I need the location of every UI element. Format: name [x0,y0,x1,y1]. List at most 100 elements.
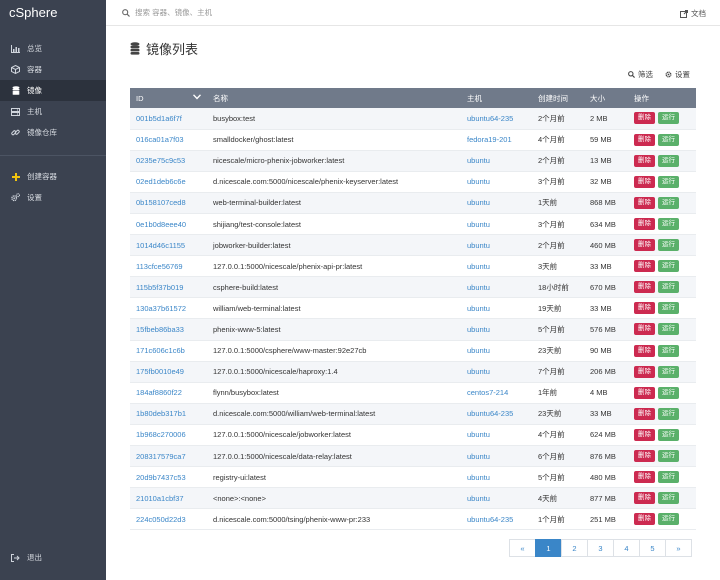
image-id-link[interactable]: 115b5f37b019 [136,283,183,292]
filter-button[interactable]: 筛选 [628,69,653,80]
docs-link[interactable]: 文档 [680,8,706,19]
host-link[interactable]: ubuntu [467,430,490,439]
image-id-link[interactable]: 184af8860f22 [136,388,182,397]
host-link[interactable]: fedora19-201 [467,135,512,144]
column-header-size[interactable]: 大小 [584,88,628,108]
sidebar-item-registry[interactable]: 镜像仓库 [0,122,106,143]
settings-button[interactable]: 设置 [665,69,690,80]
delete-button[interactable]: 删除 [634,386,655,399]
delete-button[interactable]: 删除 [634,407,655,420]
delete-button[interactable]: 删除 [634,133,655,146]
search-input[interactable]: 搜索 容器、镜像、主机 [135,7,212,18]
host-link[interactable]: ubuntu [467,367,490,376]
page-button[interactable]: 3 [587,539,614,557]
delete-button[interactable]: 删除 [634,175,655,188]
host-link[interactable]: ubuntu [467,325,490,334]
delete-button[interactable]: 删除 [634,365,655,378]
sidebar-item-containers[interactable]: 容器 [0,59,106,80]
host-link[interactable]: ubuntu64-235 [467,515,513,524]
delete-button[interactable]: 删除 [634,260,655,273]
host-link[interactable]: ubuntu [467,198,490,207]
image-id-link[interactable]: 1b968c270006 [136,430,186,439]
image-id-link[interactable]: 1014d46c1155 [136,241,185,250]
image-id-link[interactable]: 130a37b61572 [136,304,186,313]
delete-button[interactable]: 删除 [634,471,655,484]
image-id-link[interactable]: 208317579ca7 [136,452,186,461]
host-link[interactable]: ubuntu [467,177,490,186]
page-button[interactable]: 2 [561,539,588,557]
run-button[interactable]: 运行 [658,175,679,188]
sidebar-item-images[interactable]: 镜像 [0,80,106,101]
run-button[interactable]: 运行 [658,365,679,378]
chevron-down-icon[interactable] [193,94,201,100]
image-id-link[interactable]: 0e1b0d8eee40 [136,220,186,229]
image-id-link[interactable]: 0235e75c9c53 [136,156,185,165]
delete-button[interactable]: 删除 [634,450,655,463]
delete-button[interactable]: 删除 [634,492,655,505]
page-button[interactable]: 4 [613,539,640,557]
page-prev-button[interactable]: « [509,539,536,557]
delete-button[interactable]: 删除 [634,112,655,125]
host-link[interactable]: ubuntu [467,241,490,250]
run-button[interactable]: 运行 [658,196,679,209]
run-button[interactable]: 运行 [658,218,679,231]
page-button[interactable]: 1 [535,539,562,557]
run-button[interactable]: 运行 [658,154,679,167]
column-header-id[interactable]: ID [130,88,207,108]
host-link[interactable]: ubuntu [467,304,490,313]
image-id-link[interactable]: 113cfce56769 [136,262,183,271]
run-button[interactable]: 运行 [658,471,679,484]
column-header-created[interactable]: 创建时间 [532,88,584,108]
image-id-link[interactable]: 016ca01a7f03 [136,135,184,144]
run-button[interactable]: 运行 [658,302,679,315]
delete-button[interactable]: 删除 [634,218,655,231]
column-header-host[interactable]: 主机 [461,88,532,108]
delete-button[interactable]: 删除 [634,344,655,357]
brand-logo[interactable]: cSphere [0,0,106,28]
host-link[interactable]: ubuntu [467,156,490,165]
column-header-name[interactable]: 名称 [207,88,461,108]
run-button[interactable]: 运行 [658,133,679,146]
search-bar[interactable]: 搜索 容器、镜像、主机 [122,7,212,18]
run-button[interactable]: 运行 [658,513,679,526]
host-link[interactable]: ubuntu64-235 [467,114,513,123]
delete-button[interactable]: 删除 [634,239,655,252]
run-button[interactable]: 运行 [658,407,679,420]
run-button[interactable]: 运行 [658,344,679,357]
image-id-link[interactable]: 02ed1deb6c6e [136,177,186,186]
delete-button[interactable]: 删除 [634,513,655,526]
delete-button[interactable]: 删除 [634,196,655,209]
run-button[interactable]: 运行 [658,492,679,505]
host-link[interactable]: ubuntu [467,283,490,292]
host-link[interactable]: centos7-214 [467,388,508,397]
host-link[interactable]: ubuntu [467,494,490,503]
image-id-link[interactable]: 001b5d1a6f7f [136,114,182,123]
run-button[interactable]: 运行 [658,323,679,336]
run-button[interactable]: 运行 [658,281,679,294]
host-link[interactable]: ubuntu [467,346,490,355]
image-id-link[interactable]: 15fbeb86ba33 [136,325,184,334]
run-button[interactable]: 运行 [658,112,679,125]
delete-button[interactable]: 删除 [634,428,655,441]
sidebar-item-settings[interactable]: 设置 [0,187,106,208]
host-link[interactable]: ubuntu [467,220,490,229]
sidebar-item-hosts[interactable]: 主机 [0,101,106,122]
run-button[interactable]: 运行 [658,428,679,441]
run-button[interactable]: 运行 [658,239,679,252]
delete-button[interactable]: 删除 [634,154,655,167]
host-link[interactable]: ubuntu64-235 [467,409,513,418]
image-id-link[interactable]: 1b80deb317b1 [136,409,186,418]
image-id-link[interactable]: 21010a1cbf37 [136,494,184,503]
sidebar-item-create-container[interactable]: 创建容器 [0,166,106,187]
run-button[interactable]: 运行 [658,260,679,273]
sidebar-item-overview[interactable]: 总览 [0,38,106,59]
sidebar-item-logout[interactable]: 退出 [0,547,106,568]
image-id-link[interactable]: 175fb0010e49 [136,367,184,376]
delete-button[interactable]: 删除 [634,302,655,315]
page-next-button[interactable]: » [665,539,692,557]
host-link[interactable]: ubuntu [467,473,490,482]
run-button[interactable]: 运行 [658,386,679,399]
host-link[interactable]: ubuntu [467,262,490,271]
host-link[interactable]: ubuntu [467,452,490,461]
page-button[interactable]: 5 [639,539,666,557]
